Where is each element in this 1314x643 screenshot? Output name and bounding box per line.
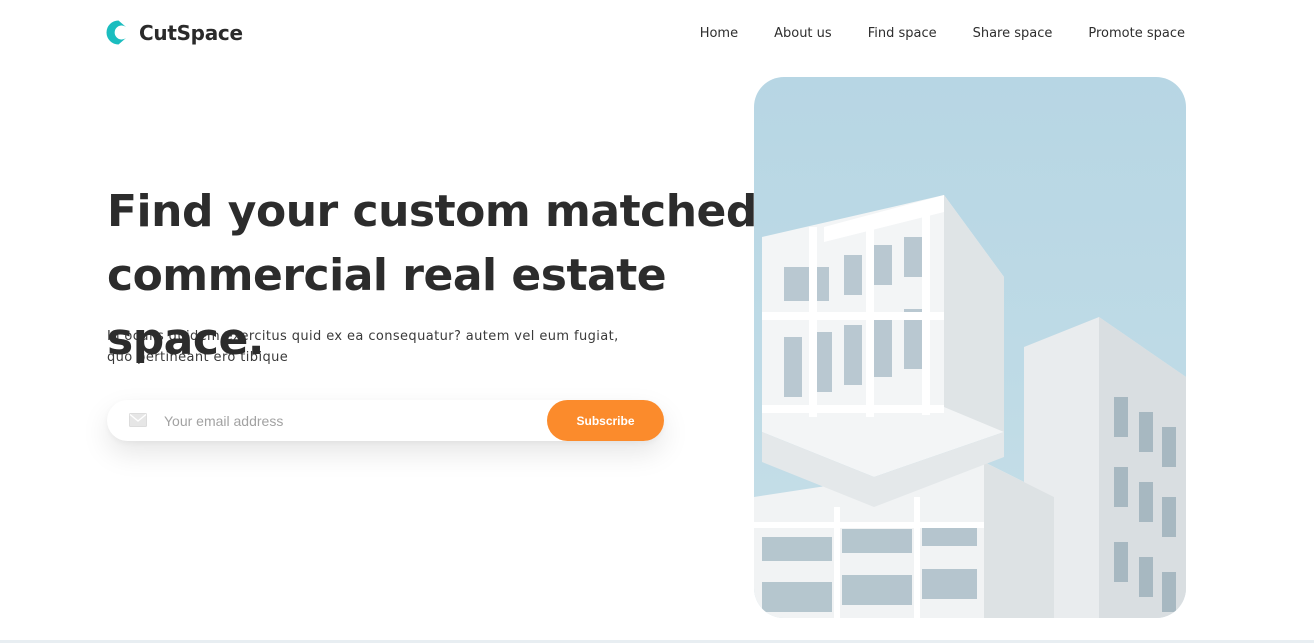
email-input[interactable] (164, 400, 544, 441)
hero-headline: Find your custom matched commercial real… (107, 180, 827, 372)
main-nav: Home About us Find space Share space Pro… (700, 26, 1185, 41)
nav-share-space[interactable]: Share space (973, 26, 1053, 41)
nav-home[interactable]: Home (700, 26, 738, 41)
brand-name: CutSpace (139, 20, 243, 45)
subscribe-button[interactable]: Subscribe (547, 400, 664, 441)
brand-logo[interactable]: CutSpace (106, 20, 243, 45)
nav-find-space[interactable]: Find space (868, 26, 937, 41)
hero-headline-line2: commercial real estate space. (107, 250, 667, 365)
subscribe-form: Subscribe (107, 400, 664, 441)
mail-icon (129, 412, 147, 427)
cut-circle-logo-icon (106, 20, 129, 45)
nav-promote-space[interactable]: Promote space (1088, 26, 1185, 41)
nav-about-us[interactable]: About us (774, 26, 832, 41)
hero-headline-line1: Find your custom matched (107, 186, 757, 237)
